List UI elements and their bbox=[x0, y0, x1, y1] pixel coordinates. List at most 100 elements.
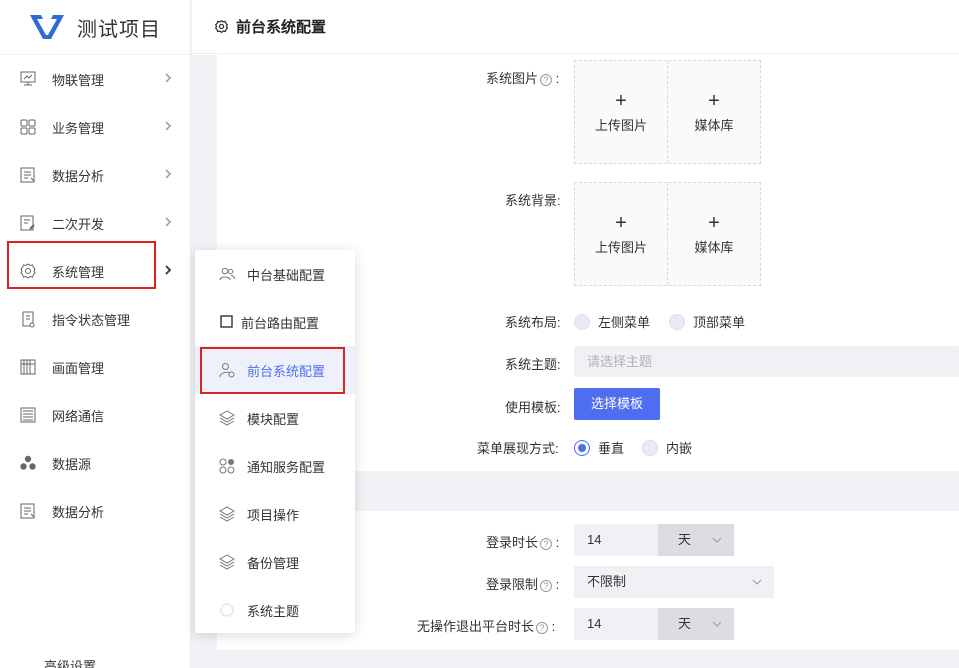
radio-top-menu[interactable]: 顶部菜单 bbox=[669, 312, 745, 331]
apps-icon bbox=[218, 457, 236, 475]
idle-logout-input[interactable]: 14 bbox=[574, 608, 658, 640]
report-icon bbox=[19, 502, 37, 520]
submenu-item-frontend-config[interactable]: 前台系统配置 bbox=[195, 346, 355, 394]
login-duration-input[interactable]: 14 bbox=[574, 524, 658, 556]
sidebar-item-business[interactable]: 业务管理 bbox=[0, 103, 190, 151]
panel-icon bbox=[19, 358, 37, 376]
help-icon[interactable]: ? bbox=[536, 622, 549, 634]
sidebar-item-label: 二次开发 bbox=[52, 216, 105, 232]
sidebar-item-label: 数据分析 bbox=[52, 504, 105, 520]
sidebar-item-label: 网络通信 bbox=[52, 408, 105, 424]
sidebar-item-data-analysis[interactable]: 数据分析 bbox=[0, 151, 190, 199]
upload-image-button[interactable]: + 上传图片 bbox=[575, 61, 667, 163]
app-title: 测试项目 bbox=[77, 18, 161, 41]
help-icon[interactable]: ? bbox=[540, 74, 553, 86]
login-duration-label: 登录时长? : bbox=[486, 535, 560, 550]
media-library-button[interactable]: + 媒体库 bbox=[667, 183, 760, 285]
page-header: 前台系统配置 bbox=[192, 0, 959, 54]
layers-icon bbox=[218, 505, 236, 523]
submenu-item-module-config[interactable]: 模块配置 bbox=[195, 394, 355, 442]
theme-label: 系统主题: bbox=[505, 357, 561, 372]
radio-vertical[interactable]: 垂直 bbox=[574, 438, 624, 457]
login-limit-label: 登录限制? : bbox=[486, 577, 560, 592]
page-title: 前台系统配置 bbox=[236, 19, 327, 36]
radio-left-menu[interactable]: 左侧菜单 bbox=[574, 312, 650, 331]
chevron-right-icon bbox=[165, 265, 172, 275]
sidebar-item-label: 数据分析 bbox=[52, 168, 105, 184]
submenu-item-route-config[interactable]: 前台路由配置 bbox=[195, 298, 355, 346]
sidebar-item-command-status[interactable]: 指令状态管理 bbox=[0, 295, 190, 343]
cluster-icon bbox=[19, 454, 37, 472]
chevron-right-icon bbox=[165, 217, 172, 227]
idle-logout-unit-select[interactable]: 天 bbox=[658, 608, 734, 640]
edit-doc-icon bbox=[19, 214, 37, 232]
scroll-icon bbox=[19, 310, 37, 328]
radio-inline[interactable]: 内嵌 bbox=[642, 438, 692, 457]
chevron-down-icon bbox=[712, 537, 722, 543]
sidebar-item-iot[interactable]: 物联管理 bbox=[0, 55, 190, 103]
app-logo[interactable]: 测试项目 bbox=[0, 0, 190, 55]
chevron-down-icon bbox=[712, 621, 722, 627]
section-divider-advanced bbox=[217, 650, 959, 668]
chevron-right-icon bbox=[165, 121, 172, 131]
sidebar-item-label: 数据源 bbox=[52, 456, 92, 472]
submenu-item-project-ops[interactable]: 项目操作 bbox=[195, 490, 355, 538]
plus-icon: + bbox=[615, 89, 627, 112]
report-icon bbox=[19, 166, 37, 184]
submenu-item-platform-base[interactable]: 中台基础配置 bbox=[195, 250, 355, 298]
list-icon bbox=[19, 406, 37, 424]
submenu-item-theme[interactable]: 系统主题 bbox=[195, 586, 355, 634]
theme-icon bbox=[218, 601, 236, 619]
theme-select[interactable]: 请选择主题 bbox=[574, 346, 959, 377]
template-label: 使用模板: bbox=[505, 400, 561, 415]
gear-icon bbox=[214, 19, 229, 34]
plus-icon: + bbox=[708, 211, 720, 234]
layout-label: 系统布局: bbox=[505, 315, 561, 330]
sidebar-item-label: 业务管理 bbox=[52, 120, 105, 136]
sidebar-item-label: 指令状态管理 bbox=[52, 312, 131, 328]
grid-icon bbox=[19, 118, 37, 136]
sidebar-item-label: 物联管理 bbox=[52, 72, 105, 88]
idle-logout-label: 无操作退出平台时长? : bbox=[417, 619, 556, 634]
radio-circle bbox=[642, 439, 658, 456]
chevron-right-icon bbox=[165, 169, 172, 179]
sidebar: 测试项目 物联管理 业务管理 数据分析 二次开发 系统管理 指令状态管理 画面管… bbox=[0, 0, 191, 668]
chevron-down-icon bbox=[752, 579, 762, 585]
monitor-icon bbox=[19, 70, 37, 88]
sidebar-item-datasource[interactable]: 数据源 bbox=[0, 439, 190, 487]
sidebar-item-data-analysis-2[interactable]: 数据分析 bbox=[0, 487, 190, 535]
help-icon[interactable]: ? bbox=[540, 538, 553, 550]
plus-icon: + bbox=[615, 211, 627, 234]
sidebar-item-dev[interactable]: 二次开发 bbox=[0, 199, 190, 247]
system-submenu: 中台基础配置 前台路由配置 前台系统配置 模块配置 通知服务配置 项目操作 备份… bbox=[195, 250, 355, 633]
media-library-button[interactable]: + 媒体库 bbox=[667, 61, 760, 163]
system-bg-label: 系统背景: bbox=[505, 193, 561, 208]
logo-icon bbox=[30, 15, 64, 39]
radio-circle bbox=[574, 313, 590, 330]
radio-circle-checked bbox=[574, 439, 590, 456]
submenu-item-backup[interactable]: 备份管理 bbox=[195, 538, 355, 586]
square-icon bbox=[218, 313, 236, 331]
system-bg-upload: + 上传图片 + 媒体库 bbox=[574, 182, 761, 286]
select-template-button[interactable]: 选择模板 bbox=[574, 388, 660, 420]
radio-circle bbox=[669, 313, 685, 330]
sidebar-item-label: 画面管理 bbox=[52, 360, 105, 376]
plus-icon: + bbox=[708, 89, 720, 112]
submenu-item-notify-config[interactable]: 通知服务配置 bbox=[195, 442, 355, 490]
system-image-label: 系统图片? : bbox=[486, 71, 560, 86]
advanced-settings-title: 高级设置 bbox=[44, 659, 97, 668]
login-limit-select[interactable]: 不限制 bbox=[574, 566, 774, 598]
login-duration-unit-select[interactable]: 天 bbox=[658, 524, 734, 556]
layers-icon bbox=[218, 553, 236, 571]
sidebar-item-system[interactable]: 系统管理 bbox=[0, 247, 190, 295]
sidebar-item-label: 系统管理 bbox=[52, 264, 105, 280]
sidebar-item-screen[interactable]: 画面管理 bbox=[0, 343, 190, 391]
chevron-right-icon bbox=[165, 73, 172, 83]
help-icon[interactable]: ? bbox=[540, 580, 553, 592]
menu-mode-label: 菜单展现方式: bbox=[477, 441, 559, 456]
user-settings-icon bbox=[218, 361, 236, 379]
gear-icon bbox=[19, 262, 37, 280]
upload-image-button[interactable]: + 上传图片 bbox=[575, 183, 667, 285]
sidebar-item-network[interactable]: 网络通信 bbox=[0, 391, 190, 439]
users-icon bbox=[218, 265, 236, 283]
